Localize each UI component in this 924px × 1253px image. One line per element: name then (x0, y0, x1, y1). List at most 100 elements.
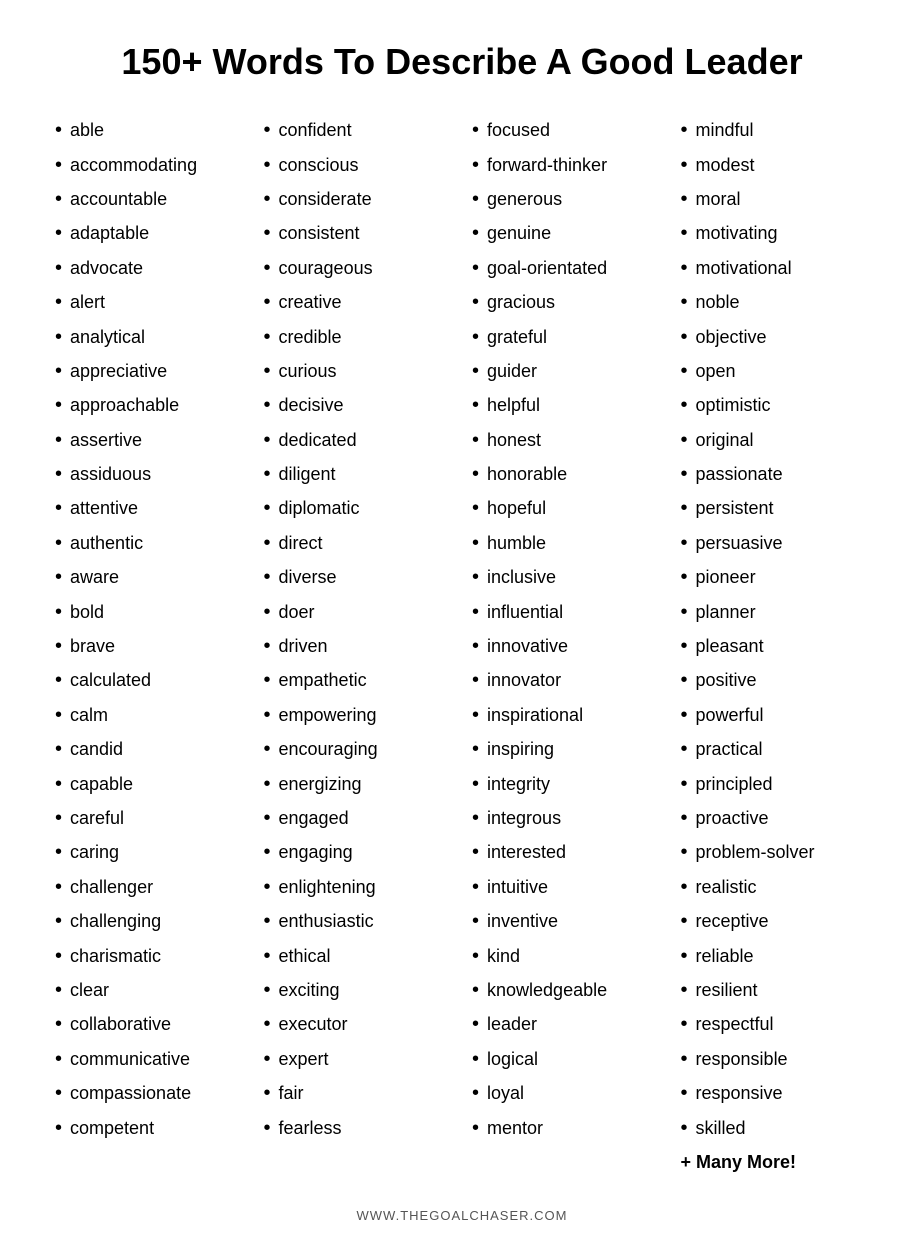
word-text: bold (70, 597, 104, 628)
word-text: charismatic (70, 941, 161, 972)
word-text: realistic (696, 872, 757, 903)
list-item: •accommodating (55, 148, 244, 182)
bullet-icon: • (264, 354, 271, 388)
bullet-icon: • (681, 1007, 688, 1041)
word-text: humble (487, 528, 546, 559)
list-item: •leader (472, 1007, 661, 1041)
bullet-icon: • (472, 939, 479, 973)
list-item: •proactive (681, 801, 870, 835)
extra-note: + Many More! (681, 1147, 870, 1178)
bullet-icon: • (472, 973, 479, 1007)
list-item: •mentor (472, 1111, 661, 1145)
list-item: •caring (55, 835, 244, 869)
list-item: •considerate (264, 182, 453, 216)
word-text: powerful (696, 700, 764, 731)
word-text: modest (696, 150, 755, 181)
list-item: •exciting (264, 973, 453, 1007)
bullet-icon: • (264, 113, 271, 147)
list-item: •calculated (55, 663, 244, 697)
bullet-icon: • (55, 148, 62, 182)
word-text: fearless (279, 1113, 342, 1144)
bullet-icon: • (264, 835, 271, 869)
list-item: •driven (264, 629, 453, 663)
word-text: pleasant (696, 631, 764, 662)
list-item: •curious (264, 354, 453, 388)
word-text: encouraging (279, 734, 378, 765)
list-item: •humble (472, 526, 661, 560)
bullet-icon: • (55, 216, 62, 250)
bullet-icon: • (472, 216, 479, 250)
list-item: •realistic (681, 870, 870, 904)
footer-url: WWW.THEGOALCHASER.COM (50, 1208, 874, 1223)
word-text: integrous (487, 803, 561, 834)
word-text: problem-solver (696, 837, 815, 868)
bullet-icon: • (472, 560, 479, 594)
bullet-icon: • (55, 663, 62, 697)
list-item: •decisive (264, 388, 453, 422)
list-item: •diverse (264, 560, 453, 594)
bullet-icon: • (472, 1042, 479, 1076)
word-text: positive (696, 665, 757, 696)
list-item: •integrity (472, 767, 661, 801)
bullet-icon: • (681, 388, 688, 422)
list-item: •executor (264, 1007, 453, 1041)
list-item: •reliable (681, 939, 870, 973)
list-item: •modest (681, 148, 870, 182)
list-item: •goal-orientated (472, 251, 661, 285)
list-item: •engaged (264, 801, 453, 835)
list-item: •capable (55, 767, 244, 801)
word-text: responsible (696, 1044, 788, 1075)
list-item: •principled (681, 767, 870, 801)
list-item: •loyal (472, 1076, 661, 1110)
word-text: appreciative (70, 356, 167, 387)
bullet-icon: • (55, 526, 62, 560)
word-text: exciting (279, 975, 340, 1006)
list-item: •inventive (472, 904, 661, 938)
word-text: optimistic (696, 390, 771, 421)
bullet-icon: • (264, 251, 271, 285)
list-item: •empowering (264, 698, 453, 732)
word-text: diverse (279, 562, 337, 593)
list-item: •motivating (681, 216, 870, 250)
list-item: •innovative (472, 629, 661, 663)
list-item: •hopeful (472, 491, 661, 525)
bullet-icon: • (472, 285, 479, 319)
bullet-icon: • (264, 1076, 271, 1110)
list-item: •original (681, 423, 870, 457)
bullet-icon: • (55, 491, 62, 525)
word-text: assertive (70, 425, 142, 456)
word-text: compassionate (70, 1078, 191, 1109)
bullet-icon: • (264, 182, 271, 216)
bullet-icon: • (55, 457, 62, 491)
word-text: diplomatic (279, 493, 360, 524)
list-item: •influential (472, 595, 661, 629)
bullet-icon: • (681, 698, 688, 732)
bullet-icon: • (472, 320, 479, 354)
list-item: •respectful (681, 1007, 870, 1041)
bullet-icon: • (472, 457, 479, 491)
bullet-icon: • (264, 1111, 271, 1145)
word-text: grateful (487, 322, 547, 353)
word-text: honorable (487, 459, 567, 490)
list-item: •responsive (681, 1076, 870, 1110)
word-text: candid (70, 734, 123, 765)
list-item: •inclusive (472, 560, 661, 594)
bullet-icon: • (681, 835, 688, 869)
column-col4: •mindful•modest•moral•motivating•motivat… (676, 113, 875, 1178)
list-item: •practical (681, 732, 870, 766)
bullet-icon: • (55, 1111, 62, 1145)
bullet-icon: • (472, 595, 479, 629)
word-text: mindful (696, 115, 754, 146)
bullet-icon: • (681, 457, 688, 491)
word-text: interested (487, 837, 566, 868)
bullet-icon: • (264, 526, 271, 560)
bullet-icon: • (681, 1042, 688, 1076)
word-text: persuasive (696, 528, 783, 559)
bullet-icon: • (55, 629, 62, 663)
bullet-icon: • (472, 870, 479, 904)
list-item: •inspiring (472, 732, 661, 766)
bullet-icon: • (681, 216, 688, 250)
word-text: practical (696, 734, 763, 765)
word-text: diligent (279, 459, 336, 490)
bullet-icon: • (264, 216, 271, 250)
